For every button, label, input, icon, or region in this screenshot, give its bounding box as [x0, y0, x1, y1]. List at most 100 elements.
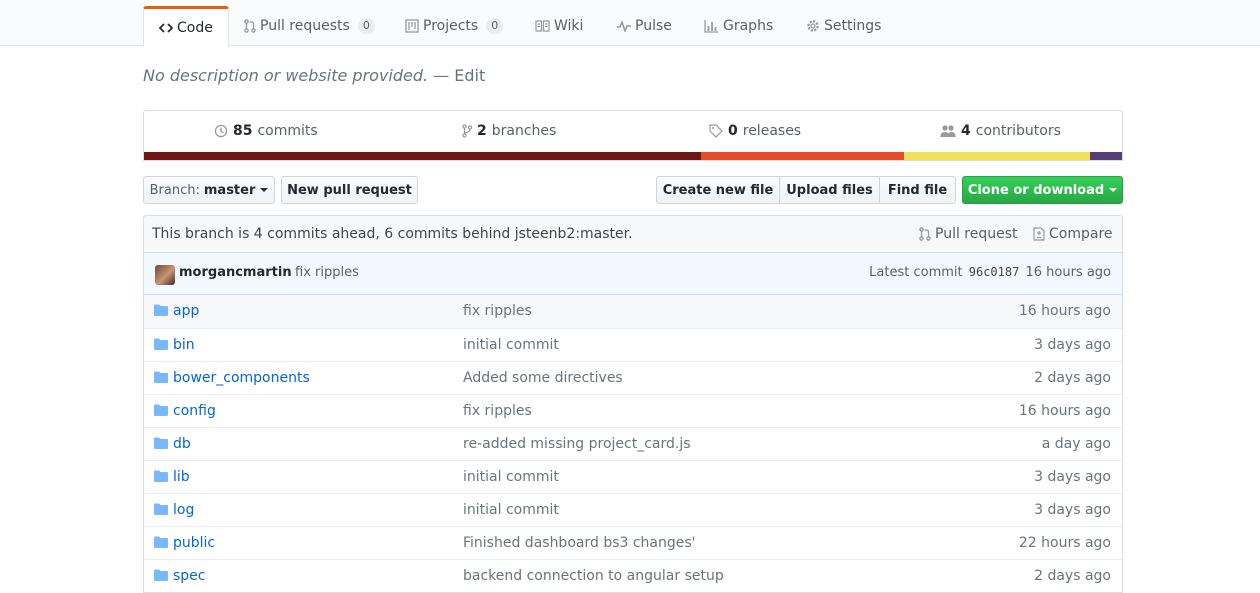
branch-status-text: This branch is 4 commits ahead, 6 commit…	[152, 226, 633, 242]
tab-label: Settings	[824, 18, 882, 34]
branch-prefix: Branch:	[149, 182, 200, 198]
table-row[interactable]: bower_components Added some directives 2 d…	[144, 361, 1122, 394]
tab-pull-requests[interactable]: Pull requests 0	[229, 6, 390, 46]
contributors-count: 4	[961, 123, 971, 139]
tab-wiki[interactable]: Wiki	[520, 6, 598, 46]
file-commit-age: 3 days ago	[1034, 469, 1111, 485]
language-segment[interactable]	[1089, 152, 1122, 160]
folder-icon	[154, 569, 168, 581]
file-commit-age: 16 hours ago	[1018, 303, 1111, 319]
book-icon	[535, 20, 550, 32]
table-row[interactable]: log initial commit 3 days ago	[144, 493, 1122, 526]
avatar[interactable]	[155, 265, 175, 285]
file-name-link[interactable]: public	[173, 535, 215, 551]
branches-link[interactable]: 2 branches	[462, 123, 556, 139]
commits-link[interactable]: 85 commits	[214, 123, 318, 139]
file-commit-message[interactable]: fix ripples	[463, 303, 532, 319]
repo-nav: Code Pull requests 0 Projects 0 Wiki Pul…	[0, 0, 1260, 47]
pull-requests-count: 0	[357, 18, 375, 34]
people-icon	[940, 124, 956, 138]
pulse-icon	[617, 20, 631, 32]
clone-label: Clone or download	[967, 182, 1105, 198]
language-segment[interactable]	[701, 152, 904, 160]
language-segment[interactable]	[903, 152, 1090, 160]
contributors-link[interactable]: 4 contributors	[940, 123, 1061, 139]
file-name-link[interactable]: log	[173, 502, 194, 518]
file-name-link[interactable]: lib	[173, 469, 190, 485]
file-commit-age: 2 days ago	[1034, 568, 1111, 584]
releases-label: releases	[742, 123, 802, 139]
contributors-label: contributors	[975, 123, 1061, 139]
commit-tease: morgancmartin fix ripples Latest commit …	[143, 253, 1123, 295]
find-file-button[interactable]: Find file	[880, 176, 956, 204]
file-name-link[interactable]: config	[173, 403, 216, 419]
clone-or-download-button[interactable]: Clone or download	[962, 176, 1123, 204]
language-segment[interactable]	[144, 152, 702, 160]
releases-count: 0	[728, 123, 738, 139]
latest-commit-label: Latest commit	[869, 265, 963, 280]
compare-link[interactable]: Compare	[1033, 226, 1113, 242]
tab-label: Code	[177, 20, 213, 36]
commits-count: 85	[233, 123, 253, 139]
file-name-link[interactable]: app	[173, 303, 199, 319]
table-row[interactable]: spec backend connection to angular setup 2…	[144, 559, 1122, 592]
file-list: app fix ripples 16 hours ago bin initial com…	[143, 295, 1123, 593]
tab-label: Graphs	[723, 18, 774, 34]
language-bar[interactable]	[143, 152, 1123, 161]
table-row[interactable]: lib initial commit 3 days ago	[144, 460, 1122, 493]
history-icon	[214, 124, 228, 138]
upload-files-button[interactable]: Upload files	[780, 176, 880, 204]
file-commit-message[interactable]: backend connection to angular setup	[463, 568, 724, 584]
table-row[interactable]: app fix ripples 16 hours ago	[144, 295, 1122, 328]
file-commit-message[interactable]: Finished dashboard bs3 changes'	[463, 535, 696, 551]
description-text: No description or website provided.	[143, 66, 429, 85]
tab-graphs[interactable]: Graphs	[689, 6, 788, 46]
folder-icon	[154, 503, 168, 515]
file-commit-message[interactable]: fix ripples	[463, 403, 532, 419]
branches-count: 2	[477, 123, 487, 139]
commit-sha[interactable]: 96c0187	[969, 265, 1020, 279]
file-name-link[interactable]: bower_components	[173, 370, 310, 386]
repo-description: No description or website provided. — Ed…	[143, 66, 485, 85]
pull-request-icon	[919, 227, 931, 241]
file-name-link[interactable]: spec	[173, 568, 206, 584]
branch-select-button[interactable]: Branch: master	[143, 176, 275, 204]
branch-name: master	[203, 182, 256, 198]
file-commit-age: 2 days ago	[1034, 370, 1111, 386]
edit-description-link[interactable]: — Edit	[433, 66, 485, 85]
folder-icon	[154, 304, 168, 316]
table-row[interactable]: public Finished dashboard bs3 changes' 22 …	[144, 526, 1122, 559]
file-commit-message[interactable]: initial commit	[463, 337, 559, 353]
create-new-file-button[interactable]: Create new file	[656, 176, 780, 204]
graph-icon	[704, 19, 719, 33]
tab-settings[interactable]: Settings	[791, 6, 896, 46]
folder-icon	[154, 338, 168, 350]
tab-label: Pull requests	[260, 18, 350, 34]
table-row[interactable]: db re-added missing project_card.js a day …	[144, 427, 1122, 460]
chevron-down-icon	[260, 188, 269, 192]
file-commit-message[interactable]: Added some directives	[463, 370, 623, 386]
new-pull-request-button[interactable]: New pull request	[281, 176, 418, 204]
pull-request-icon	[244, 19, 256, 33]
tab-code[interactable]: Code	[143, 6, 229, 47]
folder-icon	[154, 470, 168, 482]
file-commit-message[interactable]: initial commit	[463, 502, 559, 518]
tab-label: Projects	[423, 18, 479, 34]
branch-icon	[462, 124, 472, 138]
tab-projects[interactable]: Projects 0	[390, 6, 518, 46]
file-commit-message[interactable]: initial commit	[463, 469, 559, 485]
tab-pulse[interactable]: Pulse	[602, 6, 687, 46]
file-name-link[interactable]: db	[173, 436, 191, 452]
table-row[interactable]: config fix ripples 16 hours ago	[144, 394, 1122, 427]
releases-link[interactable]: 0 releases	[709, 123, 801, 139]
commit-message[interactable]: fix ripples	[295, 265, 359, 280]
diff-icon	[1033, 227, 1045, 241]
commit-author[interactable]: morgancmartin	[179, 265, 292, 280]
project-icon	[405, 19, 419, 33]
pull-request-link[interactable]: Pull request	[919, 226, 1018, 242]
tab-label: Pulse	[635, 18, 672, 34]
file-name-link[interactable]: bin	[173, 337, 195, 353]
compare-label: Compare	[1049, 226, 1113, 242]
table-row[interactable]: bin initial commit 3 days ago	[144, 328, 1122, 361]
file-commit-message[interactable]: re-added missing project_card.js	[463, 436, 691, 452]
